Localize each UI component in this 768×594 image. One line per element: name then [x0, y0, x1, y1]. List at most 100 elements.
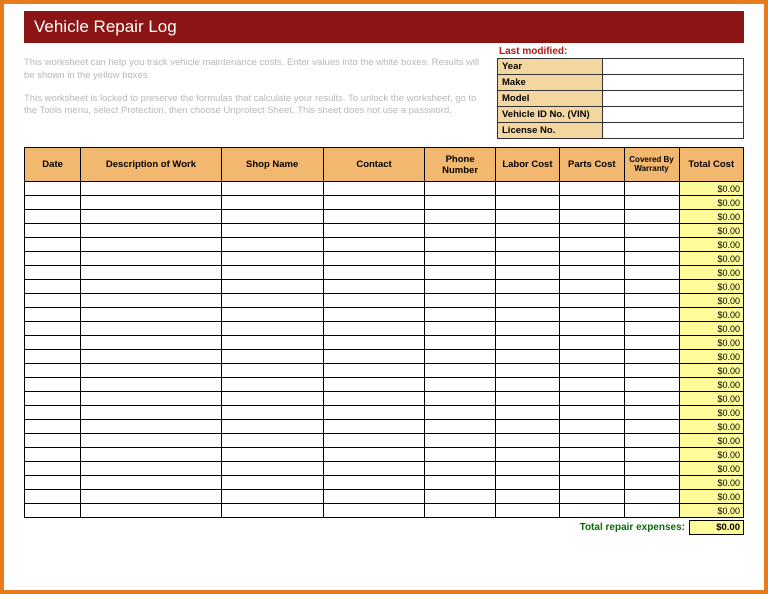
cell-labor[interactable] [495, 308, 559, 322]
cell-desc[interactable] [81, 266, 222, 280]
cell-warranty[interactable] [624, 504, 679, 518]
cell-desc[interactable] [81, 392, 222, 406]
cell-contact[interactable] [323, 308, 425, 322]
cell-parts[interactable] [560, 420, 624, 434]
cell-contact[interactable] [323, 336, 425, 350]
cell-warranty[interactable] [624, 294, 679, 308]
cell-contact[interactable] [323, 238, 425, 252]
cell-labor[interactable] [495, 448, 559, 462]
cell-labor[interactable] [495, 210, 559, 224]
cell-date[interactable] [25, 420, 81, 434]
cell-contact[interactable] [323, 462, 425, 476]
cell-phone[interactable] [425, 238, 495, 252]
cell-warranty[interactable] [624, 476, 679, 490]
cell-desc[interactable] [81, 364, 222, 378]
cell-phone[interactable] [425, 462, 495, 476]
vehicle-info-value[interactable] [603, 107, 744, 123]
cell-desc[interactable] [81, 350, 222, 364]
cell-contact[interactable] [323, 294, 425, 308]
cell-date[interactable] [25, 238, 81, 252]
cell-desc[interactable] [81, 294, 222, 308]
cell-contact[interactable] [323, 266, 425, 280]
cell-desc[interactable] [81, 336, 222, 350]
cell-desc[interactable] [81, 224, 222, 238]
cell-desc[interactable] [81, 490, 222, 504]
cell-parts[interactable] [560, 406, 624, 420]
cell-warranty[interactable] [624, 350, 679, 364]
cell-shop[interactable] [221, 448, 323, 462]
cell-desc[interactable] [81, 462, 222, 476]
cell-warranty[interactable] [624, 406, 679, 420]
cell-warranty[interactable] [624, 448, 679, 462]
cell-warranty[interactable] [624, 336, 679, 350]
cell-date[interactable] [25, 448, 81, 462]
cell-shop[interactable] [221, 490, 323, 504]
vehicle-info-value[interactable] [603, 75, 744, 91]
cell-phone[interactable] [425, 280, 495, 294]
cell-labor[interactable] [495, 336, 559, 350]
cell-parts[interactable] [560, 210, 624, 224]
cell-date[interactable] [25, 462, 81, 476]
cell-shop[interactable] [221, 210, 323, 224]
cell-labor[interactable] [495, 196, 559, 210]
cell-labor[interactable] [495, 504, 559, 518]
cell-parts[interactable] [560, 196, 624, 210]
cell-parts[interactable] [560, 434, 624, 448]
cell-shop[interactable] [221, 378, 323, 392]
cell-contact[interactable] [323, 322, 425, 336]
cell-parts[interactable] [560, 350, 624, 364]
cell-parts[interactable] [560, 294, 624, 308]
cell-contact[interactable] [323, 406, 425, 420]
cell-date[interactable] [25, 294, 81, 308]
cell-contact[interactable] [323, 364, 425, 378]
cell-parts[interactable] [560, 490, 624, 504]
cell-phone[interactable] [425, 182, 495, 196]
cell-contact[interactable] [323, 210, 425, 224]
cell-contact[interactable] [323, 378, 425, 392]
cell-warranty[interactable] [624, 490, 679, 504]
cell-labor[interactable] [495, 406, 559, 420]
cell-date[interactable] [25, 504, 81, 518]
cell-parts[interactable] [560, 182, 624, 196]
cell-contact[interactable] [323, 350, 425, 364]
cell-date[interactable] [25, 378, 81, 392]
cell-shop[interactable] [221, 266, 323, 280]
cell-contact[interactable] [323, 490, 425, 504]
cell-date[interactable] [25, 266, 81, 280]
cell-date[interactable] [25, 434, 81, 448]
cell-shop[interactable] [221, 196, 323, 210]
cell-phone[interactable] [425, 378, 495, 392]
cell-desc[interactable] [81, 504, 222, 518]
cell-date[interactable] [25, 308, 81, 322]
cell-parts[interactable] [560, 462, 624, 476]
cell-parts[interactable] [560, 448, 624, 462]
cell-parts[interactable] [560, 336, 624, 350]
cell-contact[interactable] [323, 196, 425, 210]
cell-shop[interactable] [221, 280, 323, 294]
cell-shop[interactable] [221, 238, 323, 252]
cell-labor[interactable] [495, 364, 559, 378]
cell-warranty[interactable] [624, 308, 679, 322]
cell-parts[interactable] [560, 308, 624, 322]
cell-contact[interactable] [323, 504, 425, 518]
cell-date[interactable] [25, 196, 81, 210]
cell-phone[interactable] [425, 252, 495, 266]
cell-warranty[interactable] [624, 322, 679, 336]
cell-shop[interactable] [221, 364, 323, 378]
cell-parts[interactable] [560, 476, 624, 490]
cell-phone[interactable] [425, 406, 495, 420]
cell-labor[interactable] [495, 490, 559, 504]
cell-parts[interactable] [560, 392, 624, 406]
cell-parts[interactable] [560, 504, 624, 518]
cell-parts[interactable] [560, 322, 624, 336]
cell-contact[interactable] [323, 252, 425, 266]
cell-warranty[interactable] [624, 392, 679, 406]
cell-labor[interactable] [495, 378, 559, 392]
cell-date[interactable] [25, 336, 81, 350]
cell-shop[interactable] [221, 308, 323, 322]
cell-date[interactable] [25, 490, 81, 504]
cell-labor[interactable] [495, 462, 559, 476]
cell-phone[interactable] [425, 434, 495, 448]
cell-labor[interactable] [495, 392, 559, 406]
cell-labor[interactable] [495, 350, 559, 364]
